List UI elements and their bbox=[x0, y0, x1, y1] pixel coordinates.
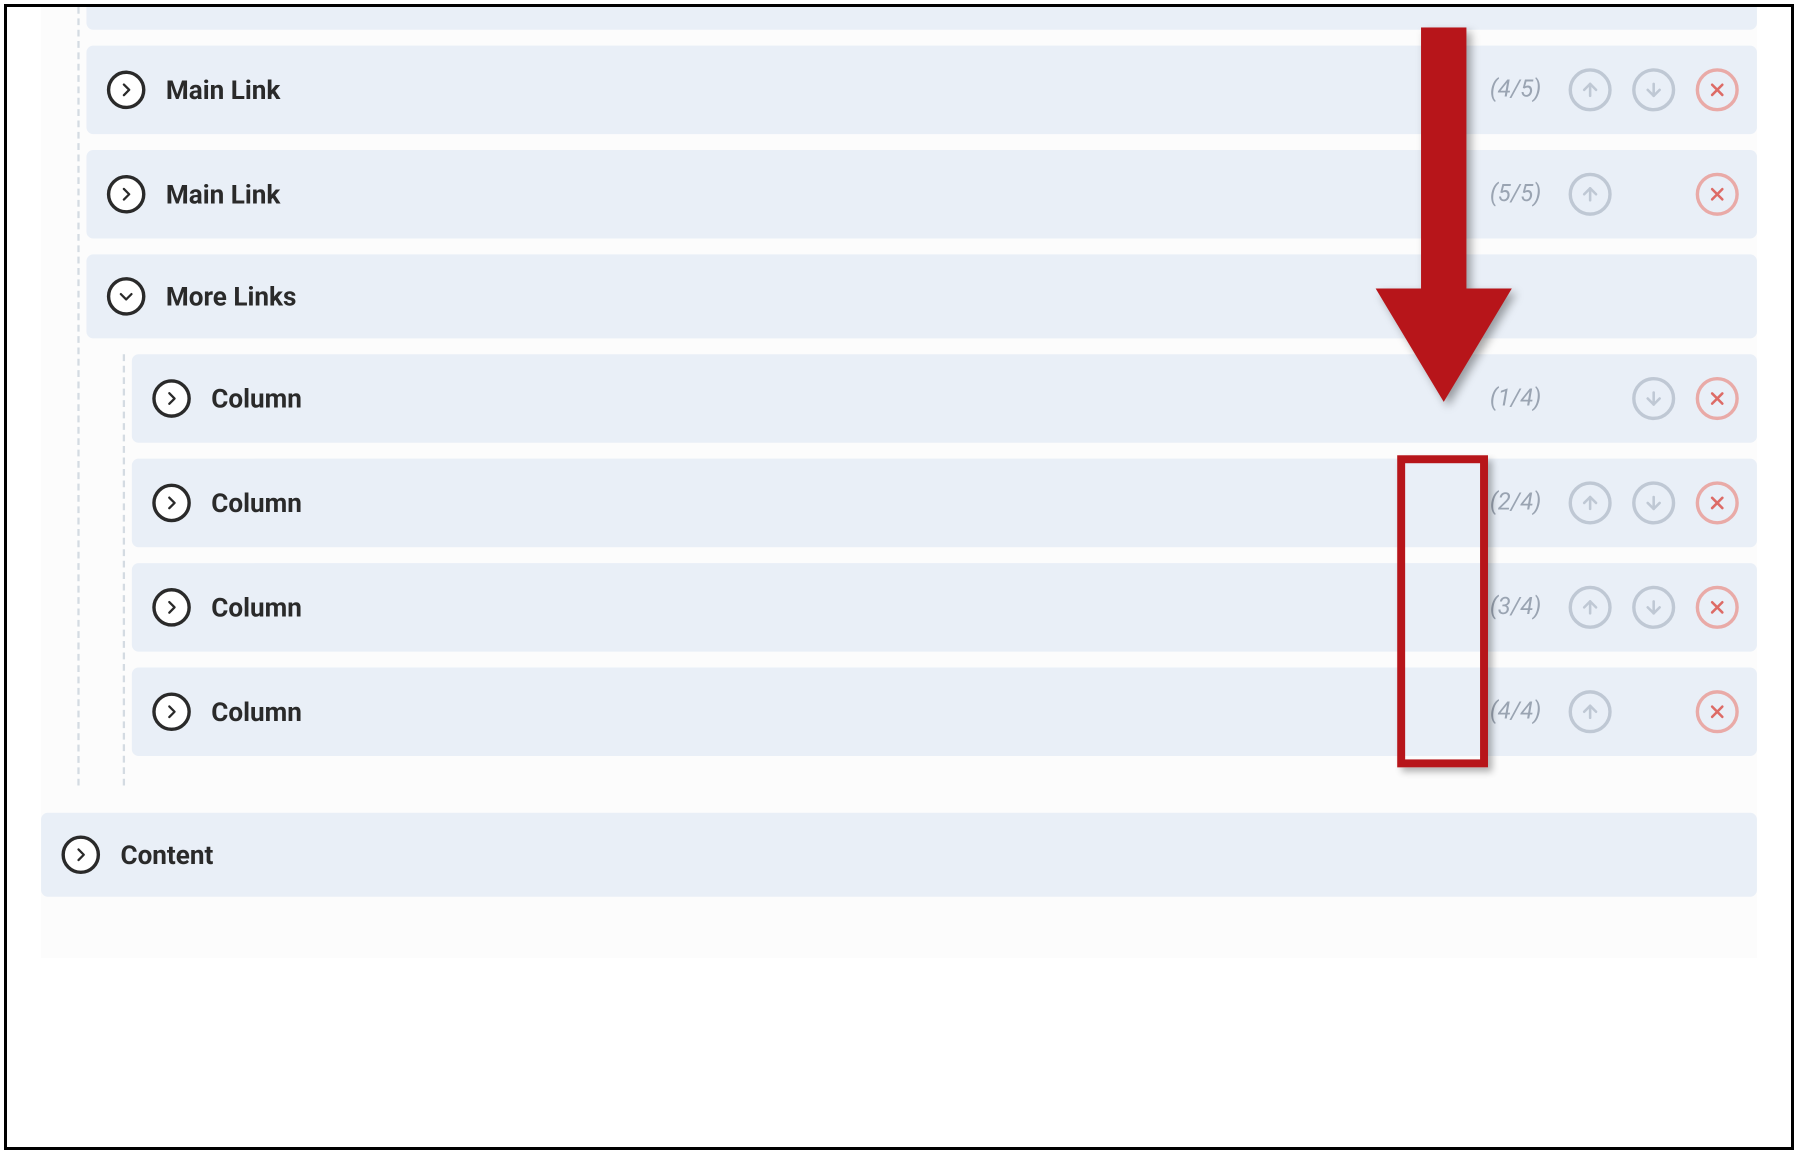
delete-button[interactable] bbox=[1696, 586, 1739, 629]
item-counter: (4/5) bbox=[1490, 76, 1541, 103]
chevron-right-icon bbox=[162, 598, 180, 616]
move-up-button[interactable] bbox=[1569, 690, 1612, 733]
close-icon bbox=[1707, 184, 1727, 204]
expand-toggle[interactable] bbox=[152, 692, 191, 731]
close-icon bbox=[1707, 597, 1727, 617]
item-label: Column bbox=[211, 696, 1469, 727]
nested-group-level-2: Column (1/4) Column (2/4) bbox=[132, 354, 1757, 785]
arrow-down-icon bbox=[1643, 80, 1663, 100]
close-icon bbox=[1707, 702, 1727, 722]
arrow-up-icon bbox=[1580, 493, 1600, 513]
list-item-main-link[interactable]: Main Link (4/5) bbox=[86, 46, 1757, 135]
move-up-button[interactable] bbox=[1569, 481, 1612, 524]
nested-group-level-1: Main Link (4/5) Main Link (5/5) bbox=[86, 7, 1757, 786]
item-label: More Links bbox=[166, 281, 1739, 312]
item-counter: (5/5) bbox=[1490, 181, 1541, 208]
delete-button[interactable] bbox=[1696, 690, 1739, 733]
collapse-toggle[interactable] bbox=[107, 277, 146, 316]
chevron-right-icon bbox=[162, 703, 180, 721]
arrow-down-icon bbox=[1643, 597, 1663, 617]
chevron-right-icon bbox=[162, 494, 180, 512]
item-label: Column bbox=[211, 592, 1469, 623]
list-item-column[interactable]: Column (2/4) bbox=[132, 459, 1757, 548]
close-icon bbox=[1707, 388, 1727, 408]
arrow-down-icon bbox=[1643, 388, 1663, 408]
item-counter: (2/4) bbox=[1490, 489, 1541, 516]
move-down-button[interactable] bbox=[1632, 377, 1675, 420]
expand-toggle[interactable] bbox=[152, 484, 191, 523]
move-up-button[interactable] bbox=[1569, 68, 1612, 111]
arrow-up-icon bbox=[1580, 80, 1600, 100]
chevron-right-icon bbox=[162, 389, 180, 407]
list-item-main-link[interactable]: Main Link (5/5) bbox=[86, 150, 1757, 239]
close-icon bbox=[1707, 80, 1727, 100]
arrow-up-icon bbox=[1580, 184, 1600, 204]
move-down-button[interactable] bbox=[1632, 481, 1675, 524]
chevron-right-icon bbox=[117, 185, 135, 203]
expand-toggle[interactable] bbox=[107, 175, 146, 214]
editor-panel: Main Link (4/5) Main Link (5/5) bbox=[7, 7, 1791, 998]
list-item-content[interactable]: Content bbox=[41, 813, 1757, 897]
item-label: Main Link bbox=[166, 179, 1470, 210]
expand-toggle[interactable] bbox=[107, 71, 146, 110]
move-up-button[interactable] bbox=[1569, 586, 1612, 629]
item-label: Column bbox=[211, 488, 1469, 519]
expand-toggle[interactable] bbox=[152, 588, 191, 627]
list-item-more-links[interactable]: More Links bbox=[86, 254, 1757, 338]
arrow-up-icon bbox=[1580, 597, 1600, 617]
chevron-right-icon bbox=[117, 81, 135, 99]
item-label: Column bbox=[211, 383, 1469, 414]
delete-button[interactable] bbox=[1696, 377, 1739, 420]
expand-toggle[interactable] bbox=[61, 835, 100, 874]
top-level-group: Content bbox=[41, 813, 1757, 897]
delete-button[interactable] bbox=[1696, 68, 1739, 111]
delete-button[interactable] bbox=[1696, 481, 1739, 524]
chevron-right-icon bbox=[72, 846, 90, 864]
list-item-column[interactable]: Column (3/4) bbox=[132, 563, 1757, 652]
item-counter: (1/4) bbox=[1490, 385, 1541, 412]
list-item-column[interactable]: Column (4/4) bbox=[132, 667, 1757, 756]
item-label: Main Link bbox=[166, 75, 1470, 106]
expand-toggle[interactable] bbox=[152, 379, 191, 418]
chevron-down-icon bbox=[117, 287, 135, 305]
list-item-column[interactable]: Column (1/4) bbox=[132, 354, 1757, 443]
arrow-up-icon bbox=[1580, 702, 1600, 722]
list-item bbox=[86, 7, 1757, 30]
item-counter: (3/4) bbox=[1490, 594, 1541, 621]
move-down-button[interactable] bbox=[1632, 586, 1675, 629]
block-list: Main Link (4/5) Main Link (5/5) bbox=[41, 7, 1757, 958]
move-down-button[interactable] bbox=[1632, 68, 1675, 111]
item-label: Content bbox=[120, 839, 1738, 870]
close-icon bbox=[1707, 493, 1727, 513]
move-up-button[interactable] bbox=[1569, 173, 1612, 216]
item-counter: (4/4) bbox=[1490, 698, 1541, 725]
delete-button[interactable] bbox=[1696, 173, 1739, 216]
arrow-down-icon bbox=[1643, 493, 1663, 513]
